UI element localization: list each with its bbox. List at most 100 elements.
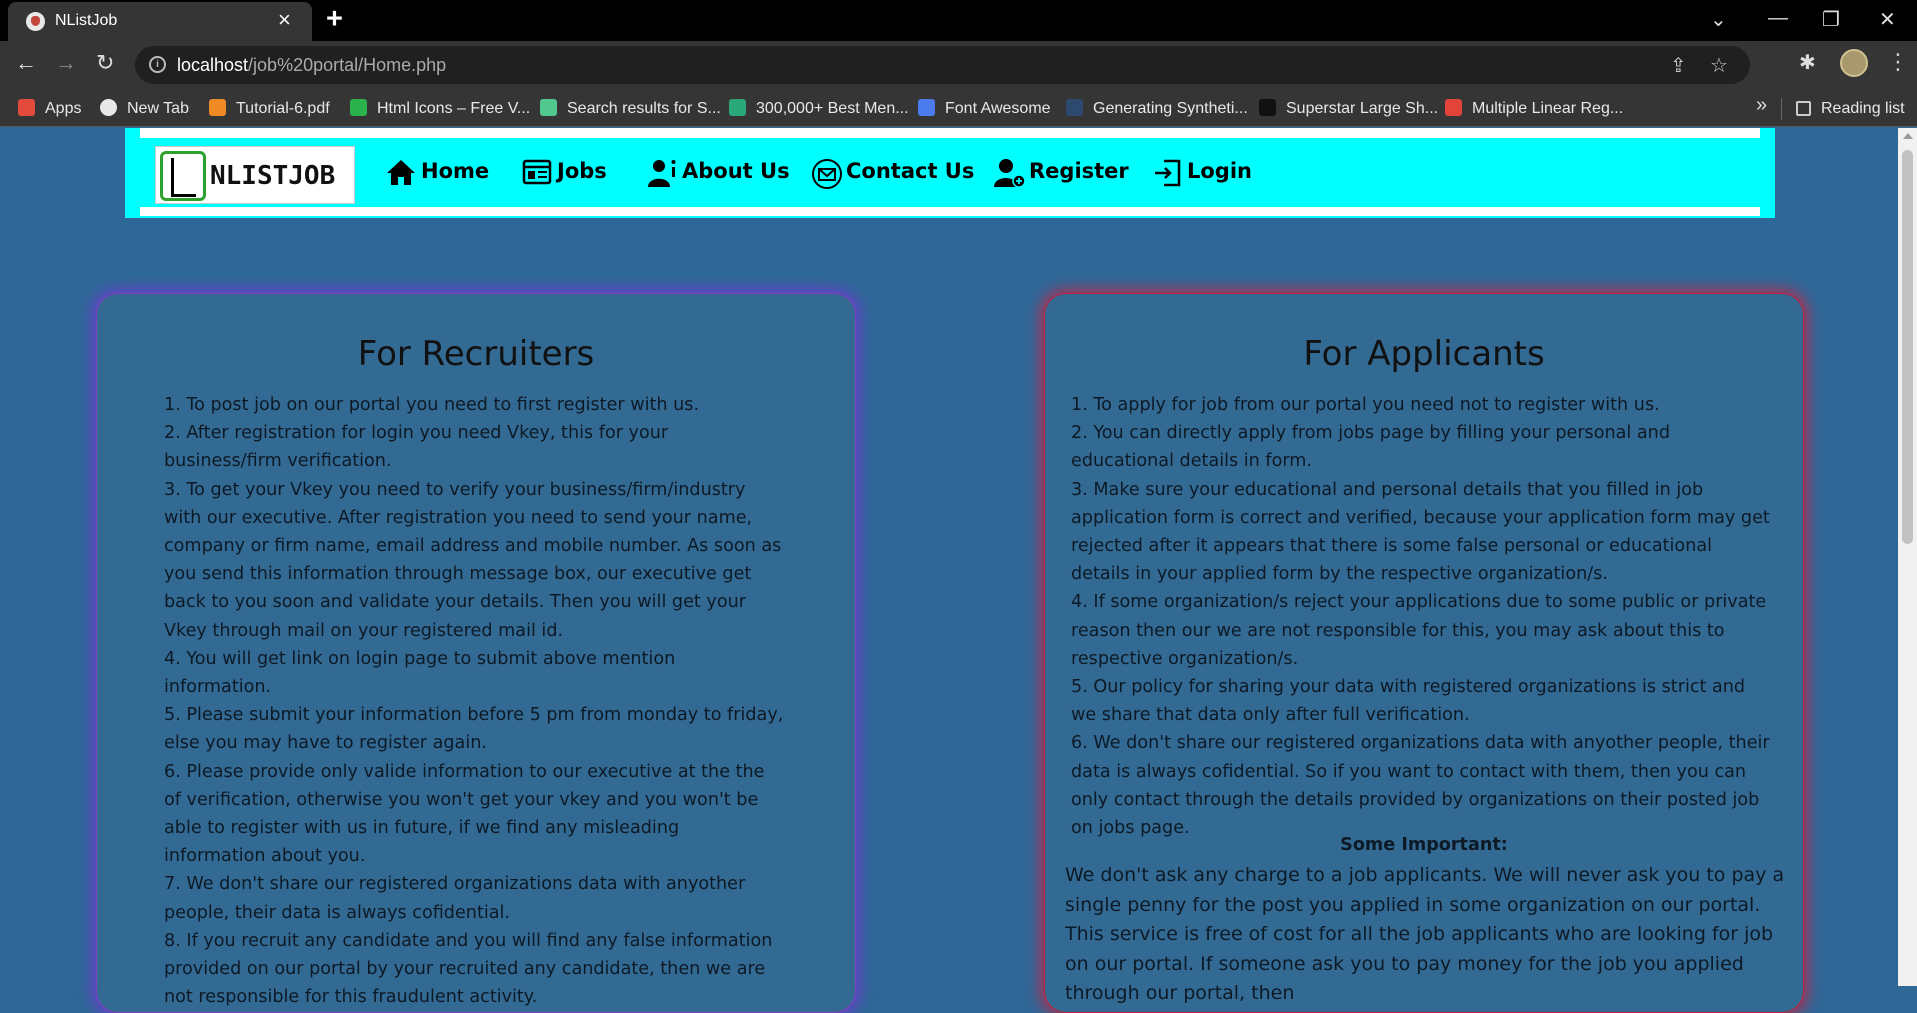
scrollbar-thumb[interactable] [1902, 150, 1913, 544]
about-user-icon [648, 160, 676, 187]
bookmark-item[interactable]: Html Icons – Free V... [350, 98, 530, 120]
bookmarks-divider [1781, 98, 1782, 120]
bookmark-item[interactable]: Superstar Large Sh... [1259, 98, 1438, 120]
nav-home-label: Home [421, 159, 490, 183]
extensions-icon[interactable]: ✱ [1799, 50, 1816, 75]
bookmarks-bar: Apps New Tab Tutorial-6.pdf Html Icons – Fr… [0, 90, 1917, 127]
recruiters-list: 1. To post job on our portal you need to… [164, 391, 784, 1011]
reading-list-icon [1796, 101, 1811, 116]
site-info-icon[interactable]: i [149, 56, 166, 73]
register-user-icon [994, 159, 1026, 188]
list-item: 2. After registration for login you need… [164, 423, 669, 472]
list-item: 1. To post job on our portal you need to… [164, 395, 700, 415]
list-item: 3. Make sure your educational and person… [1071, 479, 1770, 585]
apps-grid-icon [18, 99, 35, 116]
bookmark-label: 300,000+ Best Men... [756, 100, 909, 117]
nav-about-us-label: About Us [682, 159, 790, 183]
site-favicon-icon [26, 12, 45, 31]
list-item: 7. We don't share our registered organiz… [164, 874, 746, 923]
globe-icon [100, 99, 117, 116]
contact-mail-icon [812, 159, 842, 189]
tds-icon [1066, 99, 1083, 116]
site-logo[interactable]: NLISTJOB [155, 146, 355, 204]
forward-icon[interactable]: → [55, 50, 77, 76]
bookmark-label: Font Awesome [945, 100, 1051, 117]
sa-icon [1445, 99, 1462, 116]
flag-icon [918, 99, 935, 116]
browser-toolbar: ← → ↻ i localhost/job%20portal/Home.php … [0, 41, 1917, 90]
bookmark-item[interactable]: Generating Syntheti... [1066, 98, 1248, 120]
nav-contact-us-label: Contact Us [846, 159, 975, 183]
bookmark-label: Apps [45, 100, 82, 117]
pdf-icon [209, 99, 226, 116]
address-bar[interactable]: i localhost/job%20portal/Home.php ☆ ⇪ [135, 46, 1750, 84]
url-text[interactable]: localhost/job%20portal/Home.php [177, 55, 446, 76]
share-icon[interactable]: ⇪ [1670, 53, 1687, 78]
logo-mark-icon [160, 151, 206, 201]
bookmark-item[interactable]: Apps [18, 98, 81, 120]
list-item: 4. If some organization/s reject your ap… [1071, 592, 1767, 669]
list-item: 1. To apply for job from our portal you … [1071, 395, 1660, 415]
html-icons-icon [350, 99, 367, 116]
list-item: 5. Our policy for sharing your data with… [1071, 677, 1746, 726]
reload-icon[interactable]: ↻ [96, 50, 114, 76]
bookmark-item[interactable]: Font Awesome [918, 98, 1051, 120]
bookmark-label: New Tab [127, 100, 189, 117]
tab-title: NListJob [55, 12, 118, 29]
close-tab-icon[interactable]: × [278, 9, 291, 31]
scroll-up-icon[interactable] [1903, 133, 1913, 139]
bookmark-label: Search results for S... [567, 100, 721, 117]
site-navbar: NLISTJOB Home Jobs About Us Contact Us R… [125, 128, 1775, 218]
browser-tab[interactable]: NListJob × [8, 2, 312, 41]
recruiters-card: For Recruiters 1. To post job on our por… [96, 293, 856, 1013]
bookmark-label: Tutorial-6.pdf [236, 100, 330, 117]
menu-kebab-icon[interactable]: ⋮ [1887, 49, 1909, 75]
navbar-top-border [140, 128, 1760, 138]
important-heading: Some Important: [1340, 835, 1508, 855]
bookmark-item[interactable]: New Tab [100, 98, 189, 120]
tab-search-icon[interactable]: ⌄ [1710, 7, 1727, 32]
bookmark-item[interactable]: Search results for S... [540, 98, 721, 120]
profile-avatar[interactable] [1840, 49, 1868, 77]
bookmark-label: Multiple Linear Reg... [1472, 100, 1624, 117]
list-item: 6. We don't share our registered organiz… [1071, 733, 1770, 839]
page-content: NLISTJOB Home Jobs About Us Contact Us R… [0, 128, 1898, 1013]
bookmark-label: Generating Syntheti... [1093, 100, 1248, 117]
tiktok-icon [1259, 99, 1276, 116]
applicants-list: 1. To apply for job from our portal you … [1071, 391, 1771, 842]
nav-jobs-label: Jobs [557, 159, 607, 183]
minimize-icon[interactable]: — [1768, 7, 1788, 30]
reading-list-label: Reading list [1821, 100, 1905, 117]
restore-icon[interactable]: ❐ [1822, 7, 1840, 32]
bookmark-item[interactable]: 300,000+ Best Men... [729, 98, 909, 120]
list-item: 8. If you recruit any candidate and you … [164, 930, 773, 1008]
applicants-card: For Applicants 1. To apply for job from … [1044, 293, 1804, 1013]
bookmark-star-icon[interactable]: ☆ [1710, 53, 1728, 78]
list-item: 5. Please submit your information before… [164, 705, 784, 754]
url-host: localhost [177, 55, 249, 75]
reading-list-button[interactable]: Reading list [1796, 98, 1905, 120]
more-bookmarks-icon[interactable]: » [1756, 94, 1767, 117]
list-item: 3. To get your Vkey you need to verify y… [164, 479, 782, 641]
jobs-icon [522, 159, 552, 185]
url-path: /job%20portal/Home.php [248, 55, 447, 75]
back-icon[interactable]: ← [15, 50, 37, 76]
navbar-bottom-border [140, 207, 1760, 216]
bookmark-item[interactable]: Multiple Linear Reg... [1445, 98, 1623, 120]
logo-text: NLISTJOB [210, 161, 336, 191]
close-window-icon[interactable]: ✕ [1879, 7, 1896, 32]
login-icon [1155, 159, 1181, 187]
home-icon [387, 160, 415, 185]
vector-icon [540, 99, 557, 116]
list-item: 6. Please provide only valide informatio… [164, 761, 765, 867]
page-scrollbar[interactable] [1898, 128, 1917, 986]
nav-register-label: Register [1029, 159, 1129, 183]
new-tab-icon[interactable]: + [326, 3, 343, 36]
bookmark-label: Html Icons – Free V... [377, 100, 531, 117]
list-item: 4. You will get link on login page to su… [164, 648, 676, 698]
list-item: 2. You can directly apply from jobs page… [1071, 423, 1670, 472]
bookmark-item[interactable]: Tutorial-6.pdf [209, 98, 330, 120]
recruiters-title: For Recruiters [357, 334, 595, 374]
important-text: We don't ask any charge to a job applica… [1065, 864, 1785, 1004]
nav-login-label: Login [1187, 159, 1252, 183]
